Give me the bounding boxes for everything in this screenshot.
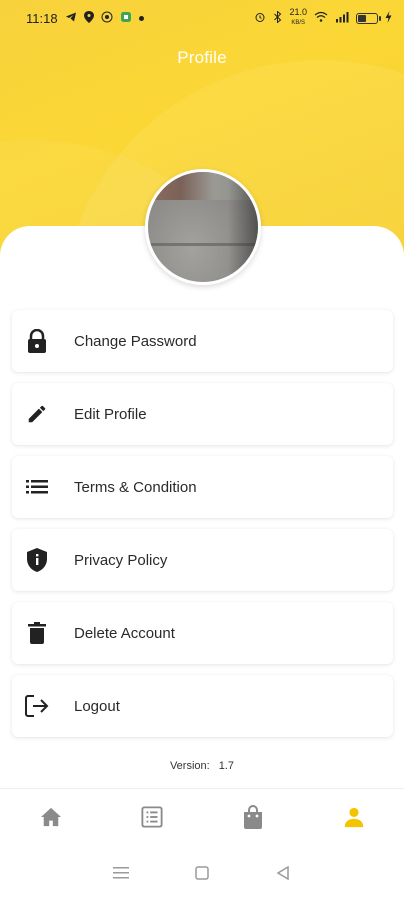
telegram-icon: [65, 11, 77, 25]
privacy-policy-button[interactable]: Privacy Policy: [12, 529, 393, 591]
lock-icon: [24, 328, 50, 354]
status-left: 11:18: [26, 11, 144, 26]
person-icon: [343, 806, 365, 833]
nav-orders[interactable]: [132, 800, 172, 840]
network-speed: 21.0 KB/S: [289, 8, 307, 28]
delete-account-label: Delete Account: [74, 624, 175, 642]
square-icon: [195, 865, 209, 885]
shield-icon: [24, 547, 50, 573]
app-notification-icon: [120, 11, 132, 25]
app-version: Version: 1.7: [0, 760, 404, 772]
page-title: Profile: [177, 48, 227, 67]
whatsapp-icon: [101, 11, 113, 25]
edit-profile-button[interactable]: Edit Profile: [12, 383, 393, 445]
status-bar: 11:18 21.0 KB/S: [0, 0, 404, 36]
shopping-bag-icon: [243, 805, 263, 834]
bottom-navigation: [0, 788, 404, 850]
logout-label: Logout: [74, 697, 120, 715]
status-right: 21.0 KB/S: [254, 8, 392, 28]
list-icon: [140, 806, 163, 833]
change-password-button[interactable]: Change Password: [12, 310, 393, 372]
network-speed-value: 21.0: [289, 7, 307, 17]
version-label: Version:: [169, 760, 210, 772]
nav-home[interactable]: [31, 800, 71, 840]
terms-condition-button[interactable]: Terms & Condition: [12, 456, 393, 518]
home-system-button[interactable]: [187, 860, 217, 890]
trash-icon: [24, 620, 50, 646]
privacy-policy-label: Privacy Policy: [74, 551, 168, 569]
logout-button[interactable]: Logout: [12, 675, 393, 737]
network-speed-unit: KB/S: [291, 20, 306, 26]
pencil-icon: [24, 401, 50, 427]
delete-account-button[interactable]: Delete Account: [12, 602, 393, 664]
change-password-label: Change Password: [74, 332, 197, 350]
charging-icon: [385, 11, 392, 25]
menu-icon: [112, 866, 129, 885]
edit-profile-label: Edit Profile: [74, 405, 147, 423]
wifi-icon: [314, 11, 328, 25]
bluetooth-icon: [273, 10, 282, 25]
recent-apps-button[interactable]: [106, 860, 136, 890]
avatar-photo-shadow: [228, 172, 258, 282]
avatar[interactable]: [145, 169, 261, 285]
back-system-button[interactable]: [268, 860, 298, 890]
list-icon: [24, 474, 50, 500]
version-value: 1.7: [218, 760, 235, 772]
terms-condition-label: Terms & Condition: [74, 478, 197, 496]
alarm-icon: [254, 11, 266, 25]
nav-shop[interactable]: [233, 800, 273, 840]
location-icon: [83, 11, 94, 25]
battery-icon: [356, 12, 381, 24]
system-navigation-bar: [0, 850, 404, 900]
profile-menu: Change Password Edit Profile Terms & Con…: [12, 310, 393, 748]
home-icon: [40, 807, 62, 832]
status-time: 11:18: [26, 10, 58, 26]
nav-profile[interactable]: [334, 800, 374, 840]
more-notifications-dot: [138, 15, 144, 21]
signal-icon: [335, 11, 349, 25]
back-triangle-icon: [276, 865, 290, 885]
logout-icon: [24, 693, 50, 719]
